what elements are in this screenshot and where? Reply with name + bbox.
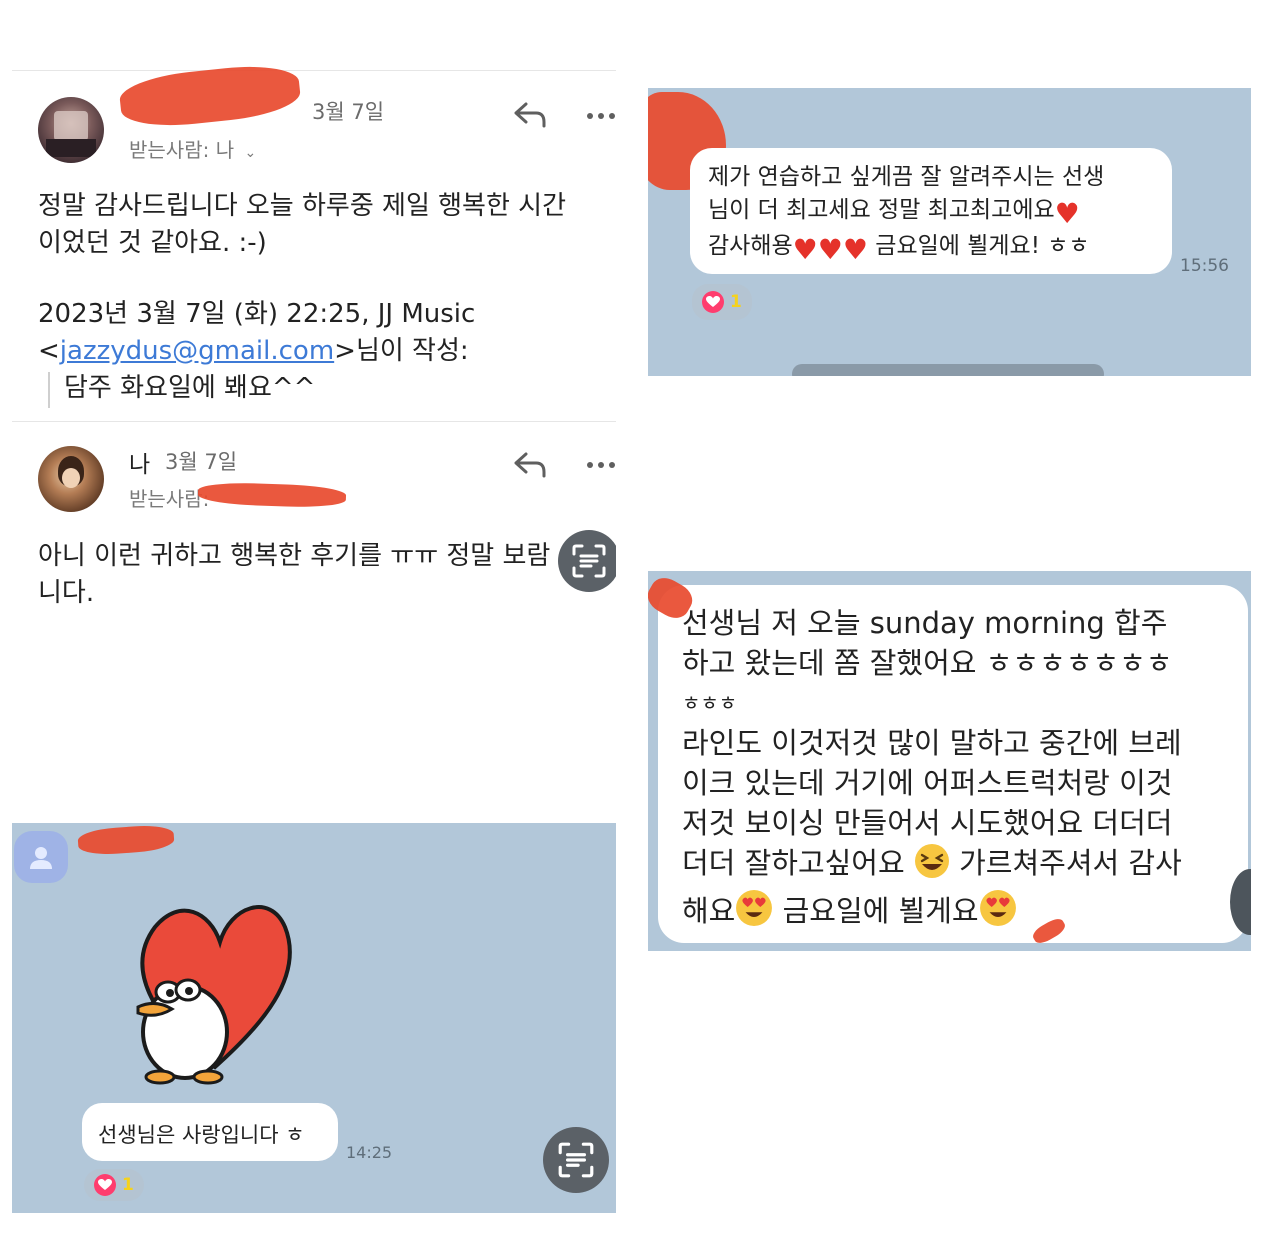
message-date: 3월 7일 bbox=[165, 450, 238, 474]
quote-author-suffix: >님이 작성: bbox=[334, 336, 469, 366]
text-line: 라인도 이것저것 많이 말하고 중간에 브레 bbox=[682, 726, 1182, 760]
quote-author-line: <jazzydus@gmail.com>님이 작성: bbox=[38, 333, 475, 370]
chat-bubble[interactable]: 선생님 저 오늘 sunday morning 합주 하고 왔는데 쫌 잘했어요… bbox=[658, 585, 1248, 943]
email-thread: 3월 7일 받는사람: 나 ⌄ 정말 감사드립니다 오늘 하루중 제일 행복한 … bbox=[12, 0, 616, 790]
text-line: ㅎㅎㅎ bbox=[682, 691, 738, 715]
text-line: 님이 더 최고세요 정말 최고최고에요♥ bbox=[708, 194, 1104, 230]
laughing-emoji-icon bbox=[914, 843, 950, 889]
redacted-sender-name bbox=[77, 823, 175, 857]
heart-icon: ♥ bbox=[1054, 197, 1080, 230]
body-line: 정말 감사드립니다 오늘 하루중 제일 행복한 시간 bbox=[38, 191, 566, 221]
reply-icon[interactable] bbox=[512, 450, 548, 480]
chat-top-right-panel: 제가 연습하고 싶게끔 잘 알려주시는 선생 님이 더 최고세요 정말 최고최고… bbox=[648, 88, 1251, 376]
text-line: 감사해용♥♥♥ 금요일에 뵐게요! ㅎㅎ bbox=[708, 230, 1104, 266]
heart-eyes-emoji-icon bbox=[979, 889, 1017, 937]
text-span: 감사해용 bbox=[708, 233, 793, 259]
quote-bar bbox=[48, 372, 50, 408]
chat-bubble[interactable]: 선생님은 사랑입니다 ㅎ bbox=[82, 1103, 338, 1161]
body-line: 아니 이런 귀하고 행복한 후기를 ㅠㅠ 정말 보람 bbox=[38, 541, 551, 571]
divider bbox=[12, 421, 616, 422]
heart-icon: ♥ bbox=[792, 233, 818, 266]
text-span: 더더 잘하고싶어요 bbox=[682, 846, 914, 880]
scroll-indicator bbox=[792, 364, 1104, 376]
message-body: 아니 이런 귀하고 행복한 후기를 ㅠㅠ 정말 보람 니다. bbox=[38, 538, 550, 612]
recipient-line[interactable]: 받는사람: 나 ⌄ bbox=[129, 134, 256, 163]
text-line: 선생님 저 오늘 sunday morning 합주 bbox=[682, 606, 1168, 640]
reaction-badge[interactable]: 1 bbox=[692, 284, 752, 320]
message-text: 선생님 저 오늘 sunday morning 합주 하고 왔는데 쫌 잘했어요… bbox=[682, 603, 1182, 937]
sender-avatar[interactable] bbox=[38, 97, 104, 163]
body-line: 니다. bbox=[38, 578, 95, 608]
profile-icon[interactable] bbox=[14, 831, 68, 883]
heart-duck-sticker[interactable] bbox=[130, 897, 300, 1089]
heart-icon: ♥ bbox=[817, 233, 843, 266]
heart-icon: ♥ bbox=[842, 233, 868, 266]
chat-bubble[interactable]: 제가 연습하고 싶게끔 잘 알려주시는 선생 님이 더 최고세요 정말 최고최고… bbox=[690, 148, 1172, 274]
text-line: 하고 왔는데 쫌 잘했어요 ㅎㅎㅎㅎㅎㅎㅎ bbox=[682, 646, 1173, 680]
reaction-badge[interactable]: 1 bbox=[84, 1169, 144, 1201]
reply-icon[interactable] bbox=[512, 100, 548, 130]
message-text: 제가 연습하고 싶게끔 잘 알려주시는 선생 님이 더 최고세요 정말 최고최고… bbox=[708, 161, 1104, 266]
text-line: 해요 금요일에 뵐게요 bbox=[682, 889, 1182, 937]
heart-eyes-emoji-icon bbox=[735, 889, 773, 937]
message-time: 14:25 bbox=[346, 1143, 393, 1162]
chat-bottom-right-panel: 선생님 저 오늘 sunday morning 합주 하고 왔는데 쫌 잘했어요… bbox=[648, 571, 1251, 951]
email-link[interactable]: jazzydus@gmail.com bbox=[60, 336, 334, 366]
text-span: 님이 더 최고세요 정말 최고최고에요 bbox=[708, 197, 1055, 223]
message-date: 3월 7일 bbox=[312, 100, 385, 124]
text-line: 이크 있는데 거기에 어퍼스트럭처랑 이것 bbox=[682, 766, 1173, 800]
recipient-label: 받는사람: 나 bbox=[129, 138, 235, 162]
divider bbox=[12, 70, 616, 71]
quote-date-line: 2023년 3월 7일 (화) 22:25, JJ Music bbox=[38, 299, 476, 329]
message-time: 15:56 bbox=[1180, 256, 1229, 276]
more-icon[interactable] bbox=[584, 452, 616, 476]
text-span: 해요 bbox=[682, 894, 736, 928]
quoted-header: 2023년 3월 7일 (화) 22:25, JJ Music <jazzydu… bbox=[38, 296, 475, 370]
visual-lookup-icon[interactable] bbox=[558, 530, 616, 592]
chat-sticker-panel: 선생님은 사랑입니다 ㅎ 14:25 1 bbox=[12, 823, 616, 1213]
text-line: 더더 잘하고싶어요 가르쳐주셔서 감사 bbox=[682, 843, 1182, 889]
recipient-label[interactable]: 받는사람: bbox=[129, 483, 209, 512]
message-body: 정말 감사드립니다 오늘 하루중 제일 행복한 시간 이었던 것 같아요. :-… bbox=[38, 188, 566, 262]
my-avatar[interactable] bbox=[38, 446, 104, 512]
text-span: 가르쳐주셔서 감사 bbox=[949, 846, 1182, 880]
text-span: 금요일에 뵐게요! ㅎㅎ bbox=[867, 233, 1090, 259]
visual-lookup-icon[interactable] bbox=[543, 1127, 609, 1193]
text-line: 저것 보이싱 만들어서 시도했어요 더더더 bbox=[682, 806, 1173, 840]
sender-name: 나 bbox=[129, 452, 151, 478]
more-icon[interactable] bbox=[584, 103, 616, 127]
bracket: < bbox=[38, 336, 60, 366]
quoted-text: 담주 화요일에 봬요^^ bbox=[64, 373, 316, 403]
text-line: 제가 연습하고 싶게끔 잘 알려주시는 선생 bbox=[708, 164, 1105, 190]
redacted-recipient bbox=[197, 481, 347, 509]
text-span: 금요일에 뵐게요 bbox=[773, 894, 979, 928]
reaction-count: 1 bbox=[122, 1175, 134, 1195]
reaction-count: 1 bbox=[730, 292, 742, 312]
heart-icon bbox=[94, 1174, 116, 1196]
redacted-sender-name bbox=[117, 60, 303, 132]
chevron-down-icon: ⌄ bbox=[244, 145, 257, 161]
heart-icon bbox=[702, 291, 724, 313]
message-text: 선생님은 사랑입니다 ㅎ bbox=[98, 1123, 305, 1147]
body-line: 이었던 것 같아요. :-) bbox=[38, 228, 267, 258]
